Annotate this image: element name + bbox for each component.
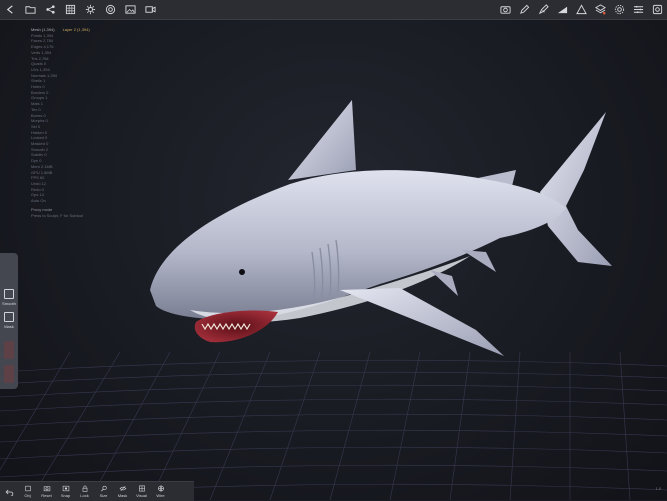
left-brush-panel: Smooth Mask: [0, 253, 18, 389]
brush-size-slider[interactable]: [4, 341, 14, 359]
floor-grid: [0, 351, 667, 500]
layers-icon[interactable]: [591, 0, 610, 19]
stats-row: Auto On: [31, 198, 46, 204]
folder-icon[interactable]: [21, 0, 40, 19]
shark-model[interactable]: [150, 100, 612, 356]
hint-text: Press to Sculpt, F for Subtool: [31, 212, 84, 218]
mesh-count: Mesh (1,394): [31, 27, 55, 32]
mask-toggle-label: Mask: [117, 493, 128, 498]
video-camera-icon[interactable]: [141, 0, 160, 19]
sliders-icon[interactable]: [629, 0, 648, 19]
eye-slash-icon: [119, 485, 126, 492]
brush-icon[interactable]: [534, 0, 553, 19]
grid-icon[interactable]: [61, 0, 80, 19]
lock-button[interactable]: Lock: [75, 482, 94, 501]
layer-count: Layer 2 (1,394): [62, 27, 90, 32]
size-label: Size: [99, 493, 108, 498]
mask-icon: [4, 312, 14, 322]
reset-button[interactable]: Reset: [37, 482, 56, 501]
triangle-icon[interactable]: [572, 0, 591, 19]
smooth-button[interactable]: Smooth: [2, 289, 16, 306]
settings-icon[interactable]: [610, 0, 629, 19]
smooth-icon: [3, 289, 14, 299]
object-label: Obj: [24, 493, 31, 498]
pectoral-fin: [340, 288, 504, 356]
reset-label: Reset: [41, 493, 52, 498]
snap-label: Snap: [60, 493, 71, 498]
size-button[interactable]: Size: [94, 482, 113, 501]
bottom-toolbar: Obj Reset Snap Lock Size Mask Visual Wir…: [0, 481, 194, 501]
mesh-statistics-overlay: Mesh (1,394) Layer 2 (1,394) Points 1,39…: [31, 27, 90, 218]
object-button[interactable]: Obj: [18, 482, 37, 501]
mask-label: Mask: [4, 324, 14, 329]
object-icon: [24, 485, 31, 492]
back-arrow-icon[interactable]: [1, 0, 20, 19]
mask-button[interactable]: Mask: [4, 312, 14, 329]
undo-icon[interactable]: [0, 482, 18, 501]
visual-label: Visual: [136, 493, 147, 498]
share-icon[interactable]: [41, 0, 60, 19]
mask-toggle-button[interactable]: Mask: [113, 482, 132, 501]
grid-icon: [138, 485, 145, 492]
camera-icon[interactable]: [496, 0, 515, 19]
zoom-icon: [100, 485, 107, 492]
camera-reset-icon: [43, 486, 50, 492]
visual-button[interactable]: Visual: [132, 482, 151, 501]
snapshot-icon: [62, 485, 69, 492]
wire-button[interactable]: Wire: [151, 482, 170, 501]
brush-intensity-slider[interactable]: [4, 365, 14, 383]
lock-icon: [82, 485, 87, 492]
snap-button[interactable]: Snap: [56, 482, 75, 501]
dorsal-fin: [288, 100, 356, 180]
shark-eye: [239, 269, 245, 275]
version-indicator: 1.0: [655, 486, 661, 491]
wire-label: Wire: [156, 493, 165, 498]
globe-icon: [157, 485, 164, 492]
pelvic-fin: [430, 270, 458, 296]
gear-icon[interactable]: [81, 0, 100, 19]
snapshot-icon[interactable]: [648, 0, 667, 19]
scene-canvas: [0, 100, 667, 500]
toolbar-left-group: [0, 0, 160, 19]
toolbar-right-group: [496, 0, 667, 19]
anal-fin: [462, 250, 496, 272]
top-toolbar: [0, 0, 667, 20]
tail-fin: [540, 112, 612, 266]
target-icon[interactable]: [101, 0, 120, 19]
sculpt-viewport[interactable]: [0, 0, 667, 500]
lock-label: Lock: [80, 493, 89, 498]
smooth-label: Smooth: [2, 301, 16, 306]
pencil-icon[interactable]: [515, 0, 534, 19]
image-icon[interactable]: [121, 0, 140, 19]
gradient-icon[interactable]: [553, 0, 572, 19]
